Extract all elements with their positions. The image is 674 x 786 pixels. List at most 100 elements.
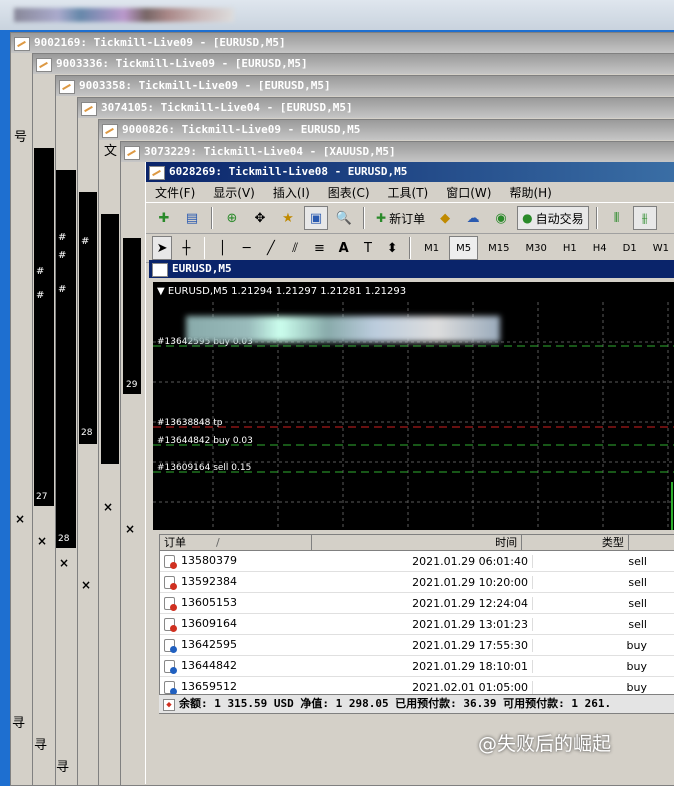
timeframe-d1[interactable]: D1 — [617, 237, 643, 259]
sort-indicator: / — [216, 536, 220, 549]
buy-order-icon — [164, 659, 177, 674]
profiles-icon[interactable]: ▤ — [180, 206, 204, 230]
chart-title-bar[interactable]: EURUSD,M5 — [149, 260, 674, 278]
order-type: buy — [626, 680, 647, 694]
text-icon[interactable]: A — [334, 236, 354, 260]
experts-icon[interactable]: ☁ — [461, 206, 485, 230]
app-icon — [59, 80, 75, 94]
menu-bar: 文件(F) 显示(V) 插入(I) 图表(C) 工具(T) 窗口(W) 帮助(H… — [146, 182, 674, 203]
timeframe-m1[interactable]: M1 — [418, 237, 445, 259]
auto-trading-icon: ● — [522, 211, 533, 225]
menu-charts[interactable]: 图表(C) — [319, 184, 379, 201]
window-title: 9000826: Tickmill-Live09 - EURUSD,M5 — [122, 123, 361, 136]
timeframe-m5[interactable]: M5 — [449, 236, 479, 260]
table-row[interactable]: 13642595 2021.01.29 17:55:30 buy — [160, 635, 674, 656]
main-title-bar[interactable]: 6028269: Tickmill-Live08 - EURUSD,M5 — [146, 162, 674, 182]
main-terminal-window[interactable]: 6028269: Tickmill-Live08 - EURUSD,M5 文件(… — [145, 162, 674, 784]
order-time: 2021.01.29 12:24:04 — [318, 596, 533, 610]
menu-file[interactable]: 文件(F) — [146, 184, 204, 201]
orders-header: 订单 / 时间 类型 — [160, 535, 674, 551]
chart-header-text: EURUSD,M5 1.21294 1.21297 1.21281 1.2129… — [167, 286, 407, 297]
bg-tab-find[interactable]: 寻 — [56, 756, 69, 775]
new-chart-icon[interactable]: ✚ — [152, 206, 176, 230]
window-title: 9003358: Tickmill-Live09 - [EURUSD,M5] — [79, 79, 331, 92]
col-order-label: 订单 — [164, 536, 186, 549]
menu-view[interactable]: 显示(V) — [204, 184, 264, 201]
sell-order-icon — [164, 575, 177, 590]
menu-help[interactable]: 帮助(H) — [500, 184, 560, 201]
window-title-bar[interactable]: 9002169: Tickmill-Live09 - [EURUSD,M5] — [11, 33, 674, 53]
data-window-icon[interactable]: ✥ — [248, 206, 272, 230]
cursor-icon[interactable]: ➤ — [152, 236, 173, 260]
bg-tab-find[interactable]: 寻 — [34, 734, 47, 753]
close-icon[interactable]: × — [59, 556, 69, 570]
toolbar-separator — [203, 237, 206, 259]
window-title-bar[interactable]: 9003358: Tickmill-Live09 - [EURUSD,M5] — [56, 76, 674, 96]
close-icon[interactable]: × — [81, 578, 91, 592]
menu-insert[interactable]: 插入(I) — [264, 184, 319, 201]
window-title-bar[interactable]: 9000826: Tickmill-Live09 - EURUSD,M5 — [99, 120, 674, 140]
crosshair-icon[interactable]: ┼ — [176, 236, 196, 260]
signal-icon[interactable]: ◉ — [489, 206, 513, 230]
market-watch-icon[interactable]: ⊕ — [220, 206, 244, 230]
bg-menu-text: 文 — [104, 144, 118, 159]
horizontal-line-icon[interactable]: ─ — [237, 236, 257, 260]
table-row[interactable]: 13580379 2021.01.29 06:01:40 sell — [160, 551, 674, 572]
app-icon — [124, 146, 140, 160]
close-icon[interactable]: × — [103, 500, 113, 514]
timeframe-h1[interactable]: H1 — [557, 237, 583, 259]
new-order-button[interactable]: ✚ 新订单 — [372, 207, 429, 229]
order-id: 13580379 — [181, 554, 237, 568]
timeframe-h4[interactable]: H4 — [587, 237, 613, 259]
col-extra[interactable] — [629, 535, 674, 550]
col-type[interactable]: 类型 — [522, 535, 629, 550]
buy-order-icon — [164, 680, 177, 695]
order-line-label: # — [36, 266, 45, 277]
order-time: 2021.01.29 10:20:00 — [318, 575, 533, 589]
table-row[interactable]: 13609164 2021.01.29 13:01:23 sell — [160, 614, 674, 635]
bg-tab-find[interactable]: 寻 — [12, 712, 25, 731]
strategy-tester-icon[interactable]: 🔍 — [332, 206, 356, 230]
col-time[interactable]: 时间 — [312, 535, 523, 550]
trendline-icon[interactable]: ╱ — [261, 236, 281, 260]
drawing-toolbar: ➤ ┼ │ ─ ╱ ⫽ ≡ A T ⬍ M1 M5 M15 M30 H1 H4 … — [146, 234, 674, 263]
table-row[interactable]: 13605153 2021.01.29 12:24:04 sell — [160, 593, 674, 614]
metaeditor-icon[interactable]: ◆ — [433, 206, 457, 230]
chart-symbol-header: ▼ EURUSD,M5 1.21294 1.21297 1.21281 1.21… — [157, 286, 406, 297]
timeframe-m30[interactable]: M30 — [520, 237, 553, 259]
order-time: 2021.01.29 17:55:30 — [318, 638, 533, 652]
vertical-line-icon[interactable]: │ — [212, 236, 232, 260]
fibonacci-icon[interactable]: ≡ — [309, 236, 329, 260]
bg-chart-4 — [101, 214, 119, 464]
channel-icon[interactable]: ⫽ — [285, 236, 305, 260]
table-row[interactable]: 13592384 2021.01.29 10:20:00 sell — [160, 572, 674, 593]
col-order[interactable]: 订单 / — [160, 535, 312, 550]
order-type: sell — [628, 575, 647, 589]
terminal-icon[interactable]: ▣ — [304, 206, 328, 230]
candlestick-icon[interactable]: ⫵ — [632, 206, 657, 230]
bar-chart-icon[interactable]: ⫴ — [605, 206, 629, 230]
close-icon[interactable]: × — [15, 512, 25, 526]
order-type: buy — [626, 638, 647, 652]
text-label-icon[interactable]: T — [358, 236, 378, 260]
timeframe-m15[interactable]: M15 — [482, 237, 515, 259]
window-title-bar[interactable]: 9003336: Tickmill-Live09 - [EURUSD,M5] — [33, 54, 674, 74]
menu-window[interactable]: 窗口(W) — [437, 184, 500, 201]
toolbar-separator — [595, 207, 598, 229]
auto-trading-button[interactable]: ● 自动交易 — [517, 206, 589, 230]
chart-window[interactable]: EURUSD,M5 ▼ EURUSD,M5 1.21294 1.21297 1.… — [149, 260, 674, 530]
window-title-bar[interactable]: 3073229: Tickmill-Live04 - [XAUUSD,M5] — [121, 142, 674, 162]
close-icon[interactable]: × — [125, 522, 135, 536]
window-title-bar[interactable]: 3074105: Tickmill-Live04 - [EURUSD,M5] — [78, 98, 674, 118]
table-row[interactable]: 13644842 2021.01.29 18:10:01 buy — [160, 656, 674, 677]
balance-icon: ◆ — [163, 699, 175, 711]
candle-count-label: 27 — [36, 492, 48, 502]
menu-tools[interactable]: 工具(T) — [379, 184, 438, 201]
close-icon[interactable]: × — [37, 534, 47, 548]
arrows-icon[interactable]: ⬍ — [382, 236, 402, 260]
navigator-icon[interactable]: ★ — [276, 206, 300, 230]
standard-toolbar: ✚ ▤ ⊕ ✥ ★ ▣ 🔍 ✚ 新订单 ◆ ☁ ◉ ● 自动交易 ⫴ ⫵ — [146, 203, 674, 234]
sell-order-icon — [164, 554, 177, 569]
blurred-redaction — [186, 316, 500, 342]
timeframe-w1[interactable]: W1 — [647, 237, 674, 259]
